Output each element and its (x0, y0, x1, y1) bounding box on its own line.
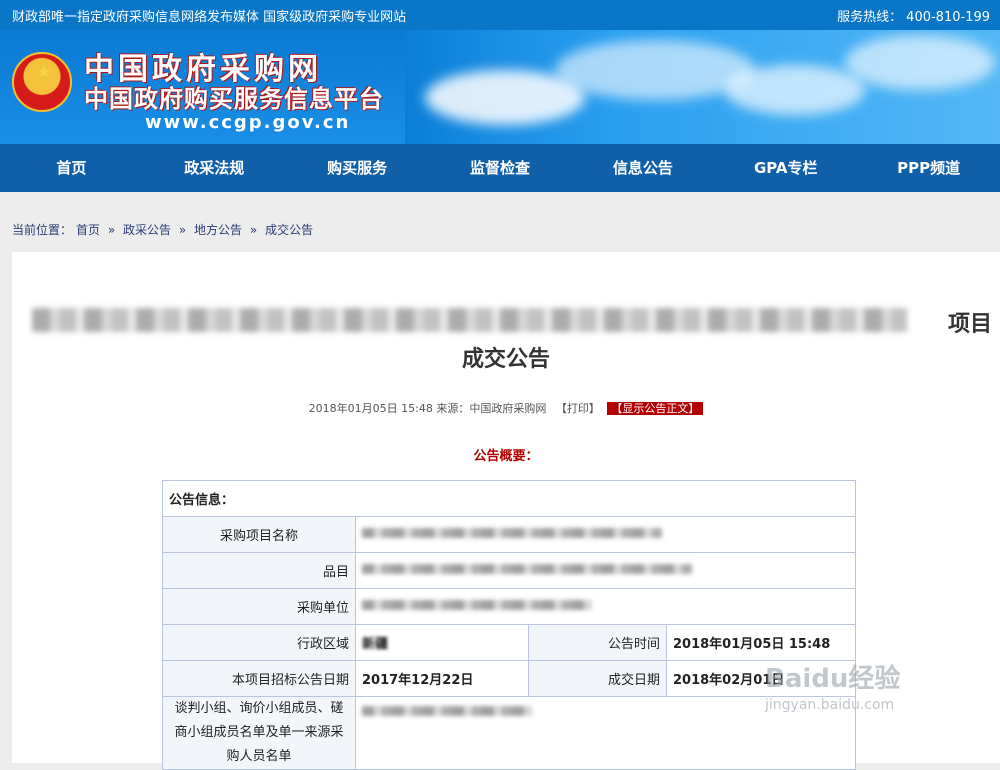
breadcrumb-sep: » (178, 223, 187, 237)
nav-gpa[interactable]: GPA专栏 (714, 144, 857, 192)
announce-time-label: 公告时间 (528, 624, 667, 661)
hotline-label: 服务热线： (837, 10, 903, 25)
breadcrumb-home[interactable]: 首页 (76, 223, 100, 237)
site-url: www.ccgp.gov.cn (145, 112, 351, 133)
site-header: ★ 中国政府采购网 中国政府购买服务信息平台 www.ccgp.gov.cn (0, 30, 1000, 144)
breadcrumb: 当前位置： 首页 » 政采公告 » 地方公告 » 成交公告 (12, 221, 317, 238)
table-row: 品目 (162, 552, 856, 589)
buyer-value (355, 588, 856, 625)
table-row: 行政区域 新疆 公告时间 2018年01月05日 15:48 (162, 624, 856, 661)
bid-date-value: 2017年12月22日 (355, 660, 529, 697)
show-body-button[interactable]: 【显示公告正文】 (607, 402, 704, 415)
site-subtitle: 中国政府购买服务信息平台 (84, 85, 384, 113)
table-row: 公告信息： (162, 480, 856, 517)
table-row: 本项目招标公告日期 2017年12月22日 成交日期 2018年02月01日 (162, 660, 856, 697)
print-link[interactable]: 【打印】 (556, 402, 600, 415)
baidu-watermark: Baidu经验 jingyan.baidu.com (765, 658, 965, 758)
notice-time: 2018年01月05日 15:48 (308, 402, 433, 415)
members-label: 谈判小组、询价小组成员、磋商小组成员名单及单一来源采购人员名单 (162, 696, 356, 770)
nav-announcements[interactable]: 信息公告 (571, 144, 714, 192)
project-name-value (355, 516, 856, 553)
announce-time-value: 2018年01月05日 15:48 (666, 624, 856, 661)
notice-source: 来源：中国政府采购网 (436, 402, 547, 415)
table-row: 采购单位 (162, 588, 856, 625)
breadcrumb-label: 当前位置： (12, 223, 73, 237)
breadcrumb-deal[interactable]: 成交公告 (265, 223, 313, 237)
top-tagline: 财政部唯一指定政府采购信息网络发布媒体 国家级政府采购专业网站 (12, 10, 407, 25)
bid-date-label: 本项目招标公告日期 (162, 660, 356, 697)
buyer-label: 采购单位 (162, 588, 356, 625)
main-nav: 首页 政采法规 购买服务 监督检查 信息公告 GPA专栏 PPP频道 (0, 144, 1000, 192)
table-section-title: 公告信息： (162, 480, 856, 517)
region-value: 新疆 (355, 624, 529, 661)
watermark-url: jingyan.baidu.com (765, 697, 895, 713)
national-emblem-icon: ★ (12, 52, 72, 112)
nav-ppp[interactable]: PPP频道 (857, 144, 1000, 192)
notice-meta: 2018年01月05日 15:48 来源：中国政府采购网 【打印】 【显示公告正… (12, 400, 1000, 416)
notice-info-table: 公告信息： 采购项目名称 品目 采购单位 行政区域 新疆 公告时间 2018年0… (162, 480, 856, 770)
nav-regulations[interactable]: 政采法规 (143, 144, 286, 192)
notice-title-line2: 成交公告 (461, 347, 550, 372)
watermark-brand: Baidu经验 (765, 664, 901, 694)
notice-title-line1: 项目 (947, 312, 992, 337)
hotline: 服务热线： 400-810-199 (833, 6, 990, 25)
sky-banner (405, 30, 1000, 144)
table-row: 采购项目名称 (162, 516, 856, 553)
breadcrumb-procurement[interactable]: 政采公告 (123, 223, 171, 237)
deal-date-label: 成交日期 (528, 660, 667, 697)
breadcrumb-sep: » (107, 223, 116, 237)
top-info-bar: 财政部唯一指定政府采购信息网络发布媒体 国家级政府采购专业网站 服务热线： 400… (0, 0, 1000, 30)
site-title[interactable]: 中国政府采购网 (84, 54, 322, 86)
nav-supervision[interactable]: 监督检查 (429, 144, 572, 192)
breadcrumb-sep: » (249, 223, 258, 237)
project-name-label: 采购项目名称 (162, 516, 356, 553)
item-value (355, 552, 856, 589)
item-label: 品目 (162, 552, 356, 589)
nav-purchase-services[interactable]: 购买服务 (286, 144, 429, 192)
summary-heading: 公告概要： (473, 449, 539, 464)
hotline-number: 400-810-199 (906, 10, 990, 25)
region-label: 行政区域 (162, 624, 356, 661)
table-row: 谈判小组、询价小组成员、磋商小组成员名单及单一来源采购人员名单 (162, 696, 856, 770)
region-text: 新疆 (362, 637, 389, 652)
nav-home[interactable]: 首页 (0, 144, 143, 192)
breadcrumb-local[interactable]: 地方公告 (194, 223, 242, 237)
